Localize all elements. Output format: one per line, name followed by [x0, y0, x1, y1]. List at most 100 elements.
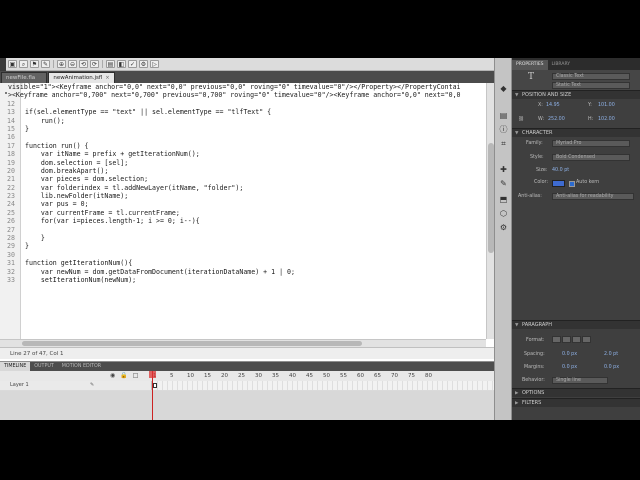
tab-properties[interactable]: PROPERTIES [512, 60, 548, 70]
code-text[interactable]: var pieces = dom.selection; [25, 175, 148, 183]
close-icon[interactable]: × [105, 73, 109, 83]
code-text[interactable]: } [25, 242, 29, 250]
line-spacing-value[interactable]: 2.0 pt [604, 352, 618, 357]
uncomment-icon[interactable]: ◧ [117, 60, 126, 68]
align-icon[interactable]: ▤ [498, 110, 509, 121]
expand-icon[interactable]: ⊕ [57, 60, 66, 68]
code-text[interactable]: if(sel.elementType == "text" || sel.elem… [25, 108, 271, 116]
settings-icon[interactable]: ⚙ [139, 60, 148, 68]
code-text[interactable]: lib.newFolder(itName); [25, 192, 128, 200]
indent-value[interactable]: 0.0 px [562, 352, 577, 357]
code-line[interactable]: 25 var currentFrame = tl.currentFrame; [0, 209, 486, 217]
font-style-select[interactable]: Bold Condensed [552, 154, 630, 161]
target-icon[interactable]: ⚑ [30, 60, 39, 68]
tab-output[interactable]: OUTPUT [30, 362, 58, 371]
size-value[interactable]: 40.0 pt [552, 168, 569, 173]
code-line[interactable]: 27 [0, 226, 486, 234]
tab-library[interactable]: LIBRARY [548, 60, 575, 70]
undo-icon[interactable]: ⟲ [79, 60, 88, 68]
code-line[interactable]: 20 dom.breakApart(); [0, 167, 486, 175]
code-text[interactable]: var newNum = dom.getDataFromDocument(ite… [25, 268, 295, 276]
code-line[interactable]: 15} [0, 125, 486, 133]
section-options[interactable]: ▶ OPTIONS [512, 388, 640, 397]
code-line[interactable]: 19 dom.selection = [sel]; [0, 159, 486, 167]
layer-name[interactable]: Layer 1 ✎ [0, 381, 152, 390]
edit-icon[interactable]: ✎ [41, 60, 50, 68]
eye-icon[interactable]: ◉ [110, 371, 115, 381]
code-line[interactable]: 33 setIterationNum(newNum); [0, 276, 486, 284]
code-area[interactable]: visible="1"><Keyframe anchor="0,0" next=… [0, 83, 486, 339]
code-line[interactable]: 22 var folderindex = tl.addNewLayer(itNa… [0, 184, 486, 192]
info-icon[interactable]: ⓘ [498, 124, 509, 135]
code-text[interactable]: var itName = prefix + getIterationNum(); [25, 150, 200, 158]
code-line[interactable]: 31 function getIterationNum(){ [0, 259, 486, 267]
collapse-icon[interactable]: ⊖ [68, 60, 77, 68]
color-icon[interactable]: ⬒ [498, 194, 509, 205]
section-paragraph[interactable]: ▼ PARAGRAPH [512, 320, 640, 329]
outline-icon[interactable]: □ [133, 371, 139, 381]
redo-icon[interactable]: ⟳ [90, 60, 99, 68]
tab-newfile-fla[interactable]: newFile.fla × [1, 72, 48, 83]
align-justify-button[interactable] [582, 336, 591, 343]
code-line[interactable]: visible="1"><Keyframe anchor="0,0" next=… [0, 83, 486, 91]
behavior-select[interactable]: Single line [552, 377, 608, 384]
antialias-select[interactable]: Anti-alias for readability [552, 193, 634, 200]
code-text[interactable]: var folderindex = tl.addNewLayer(itName,… [25, 184, 243, 192]
section-position-size[interactable]: ▼ POSITION AND SIZE [512, 90, 640, 99]
keyframe[interactable] [153, 383, 157, 388]
settings-icon[interactable]: ⚙ [498, 222, 509, 233]
section-filters[interactable]: ▶ FILTERS [512, 398, 640, 407]
transform-icon[interactable]: ⌗ [498, 138, 509, 149]
link-icon[interactable]: ⛓ [518, 117, 524, 122]
align-left-button[interactable] [552, 336, 561, 343]
add-item-icon[interactable]: ▣ [8, 60, 17, 68]
code-line[interactable]: 12 [0, 100, 486, 108]
close-icon[interactable]: × [38, 73, 42, 83]
code-line[interactable]: 23 lib.newFolder(itName); [0, 192, 486, 200]
code-text[interactable]: var currentFrame = tl.currentFrame; [25, 209, 180, 217]
text-engine-select[interactable]: Classic Text [552, 73, 630, 80]
shape-icon[interactable]: ⬡ [498, 208, 509, 219]
text-color-swatch[interactable] [552, 180, 565, 187]
section-character[interactable]: ▼ CHARACTER [512, 128, 640, 137]
layer-row[interactable]: Layer 1 ✎ [0, 381, 494, 391]
code-text[interactable]: dom.selection = [sel]; [25, 159, 128, 167]
brush-icon[interactable]: ✎ [498, 178, 509, 189]
run-script-icon[interactable]: ▷ [150, 60, 159, 68]
lock-icon[interactable]: 🔒 [120, 371, 127, 381]
find-icon[interactable]: ⌕ [19, 60, 28, 68]
comment-icon[interactable]: ▤ [106, 60, 115, 68]
script-editor[interactable]: visible="1"><Keyframe anchor="0,0" next=… [0, 83, 495, 361]
code-text[interactable]: } [25, 234, 45, 242]
code-text[interactable]: setIterationNum(newNum); [25, 276, 136, 284]
align-right-button[interactable] [572, 336, 581, 343]
code-line[interactable]: 17 function run() { [0, 142, 486, 150]
check-syntax-icon[interactable]: ✓ [128, 60, 137, 68]
align-center-button[interactable] [562, 336, 571, 343]
code-line[interactable]: 18 var itName = prefix + getIterationNum… [0, 150, 486, 158]
swatch-icon[interactable]: ◆ [498, 83, 509, 94]
code-line[interactable]: 26 for(var i=pieces.length-1; i >= 0; i-… [0, 217, 486, 225]
auto-kern-checkbox[interactable] [569, 181, 575, 187]
components-icon[interactable]: ✚ [498, 164, 509, 175]
code-text[interactable]: dom.breakApart(); [25, 167, 109, 175]
code-line[interactable]: "><Keyframe anchor="0,700" next="0,700" … [0, 91, 486, 99]
code-line[interactable]: 32 var newNum = dom.getDataFromDocument(… [0, 268, 486, 276]
code-text[interactable]: function run() { [25, 142, 89, 150]
code-text[interactable]: "><Keyframe anchor="0,700" next="0,700" … [4, 91, 461, 99]
tab-motion-editor[interactable]: MOTION EDITOR [58, 362, 105, 371]
code-text[interactable]: } [25, 125, 29, 133]
playhead[interactable] [149, 371, 156, 378]
right-margin-value[interactable]: 0.0 px [604, 365, 619, 370]
code-line[interactable]: 28 } [0, 234, 486, 242]
code-line[interactable]: 24 var pus = 0; [0, 200, 486, 208]
h-value[interactable]: 102.00 [598, 117, 615, 122]
code-line[interactable]: 16 [0, 133, 486, 141]
left-margin-value[interactable]: 0.0 px [562, 365, 577, 370]
frame-cells[interactable] [153, 381, 494, 390]
code-line[interactable]: 29} [0, 242, 486, 250]
x-value[interactable]: 14.95 [546, 103, 560, 108]
code-line[interactable]: 21 var pieces = dom.selection; [0, 175, 486, 183]
code-text[interactable]: run(); [25, 117, 65, 125]
tab-timeline[interactable]: TIMELINE [0, 362, 31, 371]
